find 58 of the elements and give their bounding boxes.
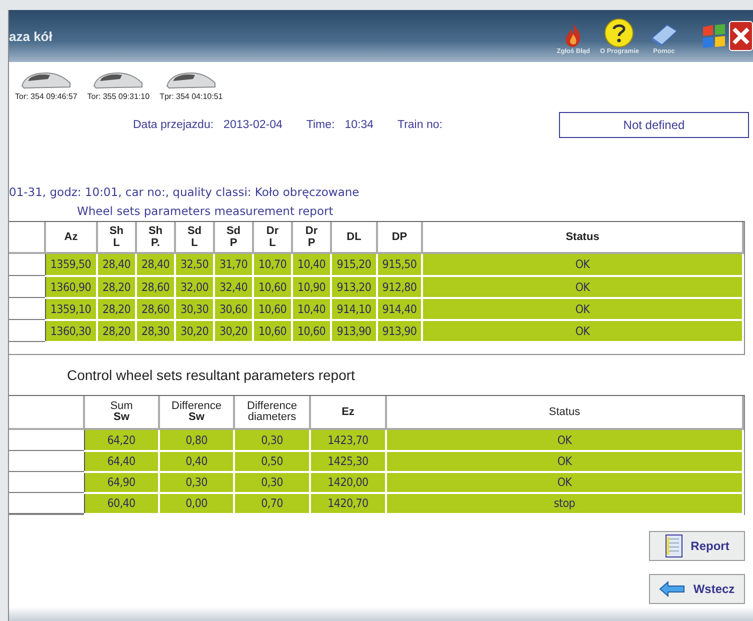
help-icon (604, 18, 634, 48)
column-header: Dr P (292, 222, 331, 253)
column-header: Status (386, 396, 743, 429)
table-cell: OK (422, 320, 743, 342)
column-header: Status (422, 222, 743, 253)
close-icon (731, 26, 751, 46)
table-cell: stop (386, 492, 743, 514)
table-cell: OK (422, 253, 743, 276)
date-value: 2013-02-04 (224, 119, 282, 131)
train-tab[interactable]: Tor: 355 09:31:10 (87, 68, 150, 110)
train-number-field[interactable]: Not defined (559, 112, 749, 138)
column-header: Sh P. (136, 222, 175, 253)
table-cell: 0,30 (234, 429, 310, 450)
table-cell: 28,40 (136, 253, 175, 276)
date-label: Data przejazdu: (133, 119, 214, 131)
action-button[interactable]: Report (649, 531, 745, 561)
arrow-left-icon (659, 581, 686, 597)
column-header: Difference diameters (234, 396, 310, 429)
train-tab[interactable]: Tpr: 354 04:10:51 (160, 68, 223, 110)
book-icon (649, 22, 679, 48)
time-label: Time: (306, 119, 335, 131)
table-cell: OK (386, 429, 743, 450)
table-cell: 1423,70 (310, 429, 386, 450)
column-header: Difference Sw (159, 396, 234, 429)
flag-icon (701, 23, 727, 49)
table-cell: 0,80 (159, 429, 234, 450)
table-cell: 31,70 (214, 253, 253, 276)
table-cell: OK (422, 298, 743, 320)
column-header: Dr L (253, 222, 292, 253)
table-cell: 10,40 (292, 253, 331, 276)
action-button[interactable]: Wstecz (649, 574, 745, 604)
column-header: Sh L (97, 222, 136, 253)
table-cell: 32,50 (175, 253, 214, 276)
column-header: Sd P (214, 222, 253, 253)
window-title: aza kół (9, 28, 54, 44)
table-cell: OK (422, 276, 743, 298)
table-cell: 64,20 (84, 429, 159, 450)
column-header: Sd L (175, 222, 214, 253)
table-cell: OK (386, 472, 743, 492)
document-icon (664, 534, 683, 558)
column-header: Az (45, 222, 97, 253)
table-cell: 915,20 (331, 253, 377, 276)
column-header: DP (377, 222, 422, 253)
close-button[interactable] (729, 21, 753, 51)
table-cell: 915,50 (377, 253, 422, 276)
report-subtitle: 01-31, godz: 10:01, car no:, quality classi: Koło obręczowane (9, 185, 360, 199)
table-cell: 1359,50 (45, 253, 97, 276)
table-cell: 28,40 (97, 253, 136, 276)
column-header: DL (331, 222, 377, 253)
table-cell: OK (386, 450, 743, 472)
table-cell: 10,70 (253, 253, 292, 276)
time-value: 10:34 (344, 119, 374, 131)
column-header: Ez (310, 396, 386, 429)
report-title: Wheel sets parameters measurement report (77, 204, 334, 218)
train-number-label: Train no: (397, 119, 442, 131)
report-title: Control wheel sets resultant parameters report (67, 367, 356, 385)
column-header: Sum Sw (84, 396, 159, 429)
train-tab[interactable]: Tor: 354 09:46:57 (15, 68, 78, 110)
